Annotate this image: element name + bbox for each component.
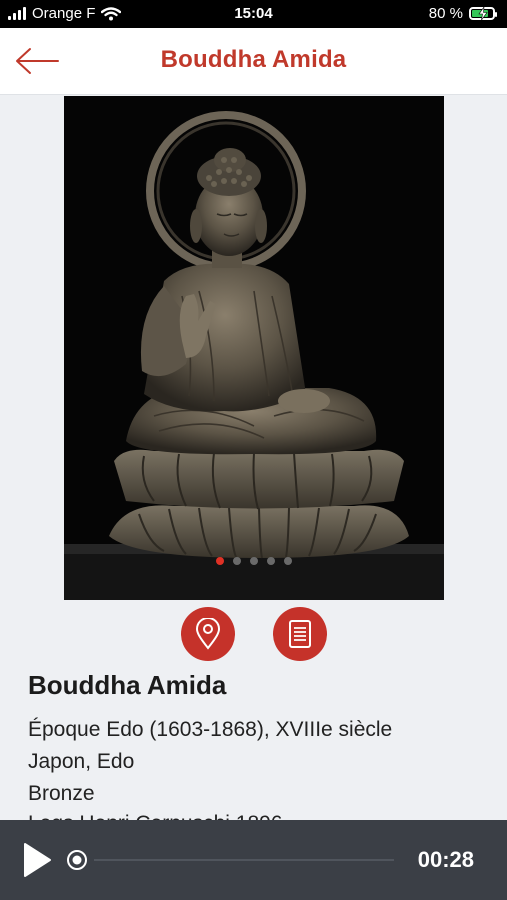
audio-player: 00:28 <box>0 820 507 900</box>
status-bar: Orange F 15:04 80 % <box>0 0 507 28</box>
gallery-dot[interactable] <box>215 557 224 565</box>
map-pin-icon <box>195 618 221 650</box>
gallery-dot[interactable] <box>249 557 258 565</box>
page-title: Bouddha Amida <box>160 46 347 73</box>
progress-track[interactable] <box>94 859 394 861</box>
battery-cap <box>495 12 497 17</box>
artwork-material: Bronze <box>28 782 95 805</box>
buddha-statue-illustration <box>64 111 444 600</box>
details-button[interactable] <box>273 607 327 661</box>
seek-handle[interactable] <box>66 849 88 871</box>
document-icon <box>289 620 311 648</box>
gallery-dot[interactable] <box>232 557 241 565</box>
playback-time: 00:28 <box>417 847 474 872</box>
battery-percent: 80 % <box>428 5 463 22</box>
gallery-dot[interactable] <box>283 557 292 565</box>
play-icon <box>24 843 51 877</box>
charging-bolt-icon <box>478 7 488 20</box>
location-button[interactable] <box>181 607 235 661</box>
artwork-origin: Japon, Edo <box>28 750 135 773</box>
status-right: 80 % <box>428 5 497 22</box>
artwork-image[interactable] <box>64 96 444 600</box>
play-button[interactable] <box>22 842 52 878</box>
app-header: Bouddha Amida <box>0 28 507 95</box>
scrubber-icon <box>67 850 87 870</box>
artwork-title: Bouddha Amida <box>28 670 227 700</box>
gallery-dots <box>0 557 507 565</box>
artwork-period: Époque Edo (1603-1868), XVIIIe siècle <box>28 718 393 741</box>
battery-icon <box>469 7 497 20</box>
gallery-dot[interactable] <box>266 557 275 565</box>
